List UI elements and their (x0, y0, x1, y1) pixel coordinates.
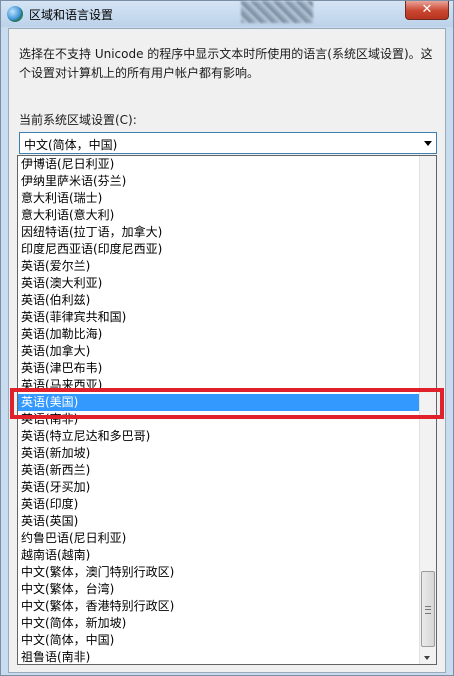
dropdown-option[interactable]: 中文(繁体，香港特别行政区) (18, 598, 420, 615)
option-list: 伊博语(尼日利亚) 伊纳里萨米语(芬兰) 意大利语(瑞士) 意大利语(意大利) 因纽特语… (18, 156, 420, 664)
dropdown-option[interactable]: 英语(津巴布韦) (18, 360, 420, 377)
dropdown-option[interactable]: 意大利语(意大利) (18, 207, 420, 224)
grip-icon (425, 606, 431, 614)
dropdown-option[interactable]: 中文(繁体，台湾) (18, 581, 420, 598)
dropdown-option[interactable]: 英语(加勒比海) (18, 326, 420, 343)
locale-combobox[interactable]: 中文(简体，中国) (19, 132, 437, 154)
blurred-area (241, 1, 313, 23)
scrollbar-thumb[interactable] (421, 571, 435, 647)
dropdown-option[interactable]: 英语(印度) (18, 496, 420, 513)
dropdown-option[interactable]: 英语(英国) (18, 513, 420, 530)
close-button[interactable]: ✕ (405, 1, 449, 20)
dropdown-option[interactable]: 英语(伯利兹) (18, 292, 420, 309)
dropdown-option[interactable]: 英语(新西兰) (18, 462, 420, 479)
vertical-scrollbar[interactable] (419, 156, 436, 664)
dropdown-option[interactable]: 印度尼西亚语(印度尼西亚) (18, 241, 420, 258)
dropdown-option[interactable]: 英语(新加坡) (18, 445, 420, 462)
globe-icon (7, 6, 23, 22)
dropdown-option[interactable]: 伊纳里萨米语(芬兰) (18, 173, 420, 190)
dropdown-option[interactable]: 英语(南非) (18, 411, 420, 428)
region-language-dialog: 区域和语言设置 ✕ 选择在不支持 Unicode 的程序中显示文本时所使用的语言… (0, 0, 454, 676)
title-bar[interactable]: 区域和语言设置 ✕ (1, 1, 453, 27)
chevron-down-icon[interactable] (424, 141, 432, 146)
window-title: 区域和语言设置 (29, 8, 114, 22)
dropdown-option[interactable]: 英语(美国) (18, 394, 420, 411)
description-text: 选择在不支持 Unicode 的程序中显示文本时所使用的语言(系统区域设置)。这… (19, 47, 433, 80)
dropdown-option[interactable]: 英语(菲律宾共和国) (18, 309, 420, 326)
dropdown-option[interactable]: 约鲁巴语(尼日利亚) (18, 530, 420, 547)
locale-current-value: 中文(简体，中国) (24, 138, 118, 152)
dropdown-option[interactable]: 祖鲁语(南非) (18, 649, 420, 664)
dropdown-option[interactable]: 英语(马来西亚) (18, 377, 420, 394)
scroll-down-arrow-icon[interactable] (424, 656, 430, 660)
dropdown-option[interactable]: 因纽特语(拉丁语，加拿大) (18, 224, 420, 241)
dropdown-option[interactable]: 英语(澳大利亚) (18, 275, 420, 292)
locale-label: 当前系统区域设置(C): (19, 113, 137, 127)
dropdown-option[interactable]: 中文(繁体，澳门特别行政区) (18, 564, 420, 581)
dropdown-option[interactable]: 意大利语(瑞士) (18, 190, 420, 207)
dropdown-option[interactable]: 伊博语(尼日利亚) (18, 156, 420, 173)
dropdown-option[interactable]: 英语(特立尼达和多巴哥) (18, 428, 420, 445)
dropdown-option[interactable]: 中文(简体，中国) (18, 632, 420, 649)
dropdown-option[interactable]: 中文(简体，新加坡) (18, 615, 420, 632)
dropdown-option[interactable]: 英语(加拿大) (18, 343, 420, 360)
dropdown-option[interactable]: 英语(牙买加) (18, 479, 420, 496)
dropdown-option[interactable]: 英语(爱尔兰) (18, 258, 420, 275)
locale-dropdown-list[interactable]: 伊博语(尼日利亚) 伊纳里萨米语(芬兰) 意大利语(瑞士) 意大利语(意大利) 因纽特语… (17, 155, 437, 665)
dropdown-option[interactable]: 越南语(越南) (18, 547, 420, 564)
